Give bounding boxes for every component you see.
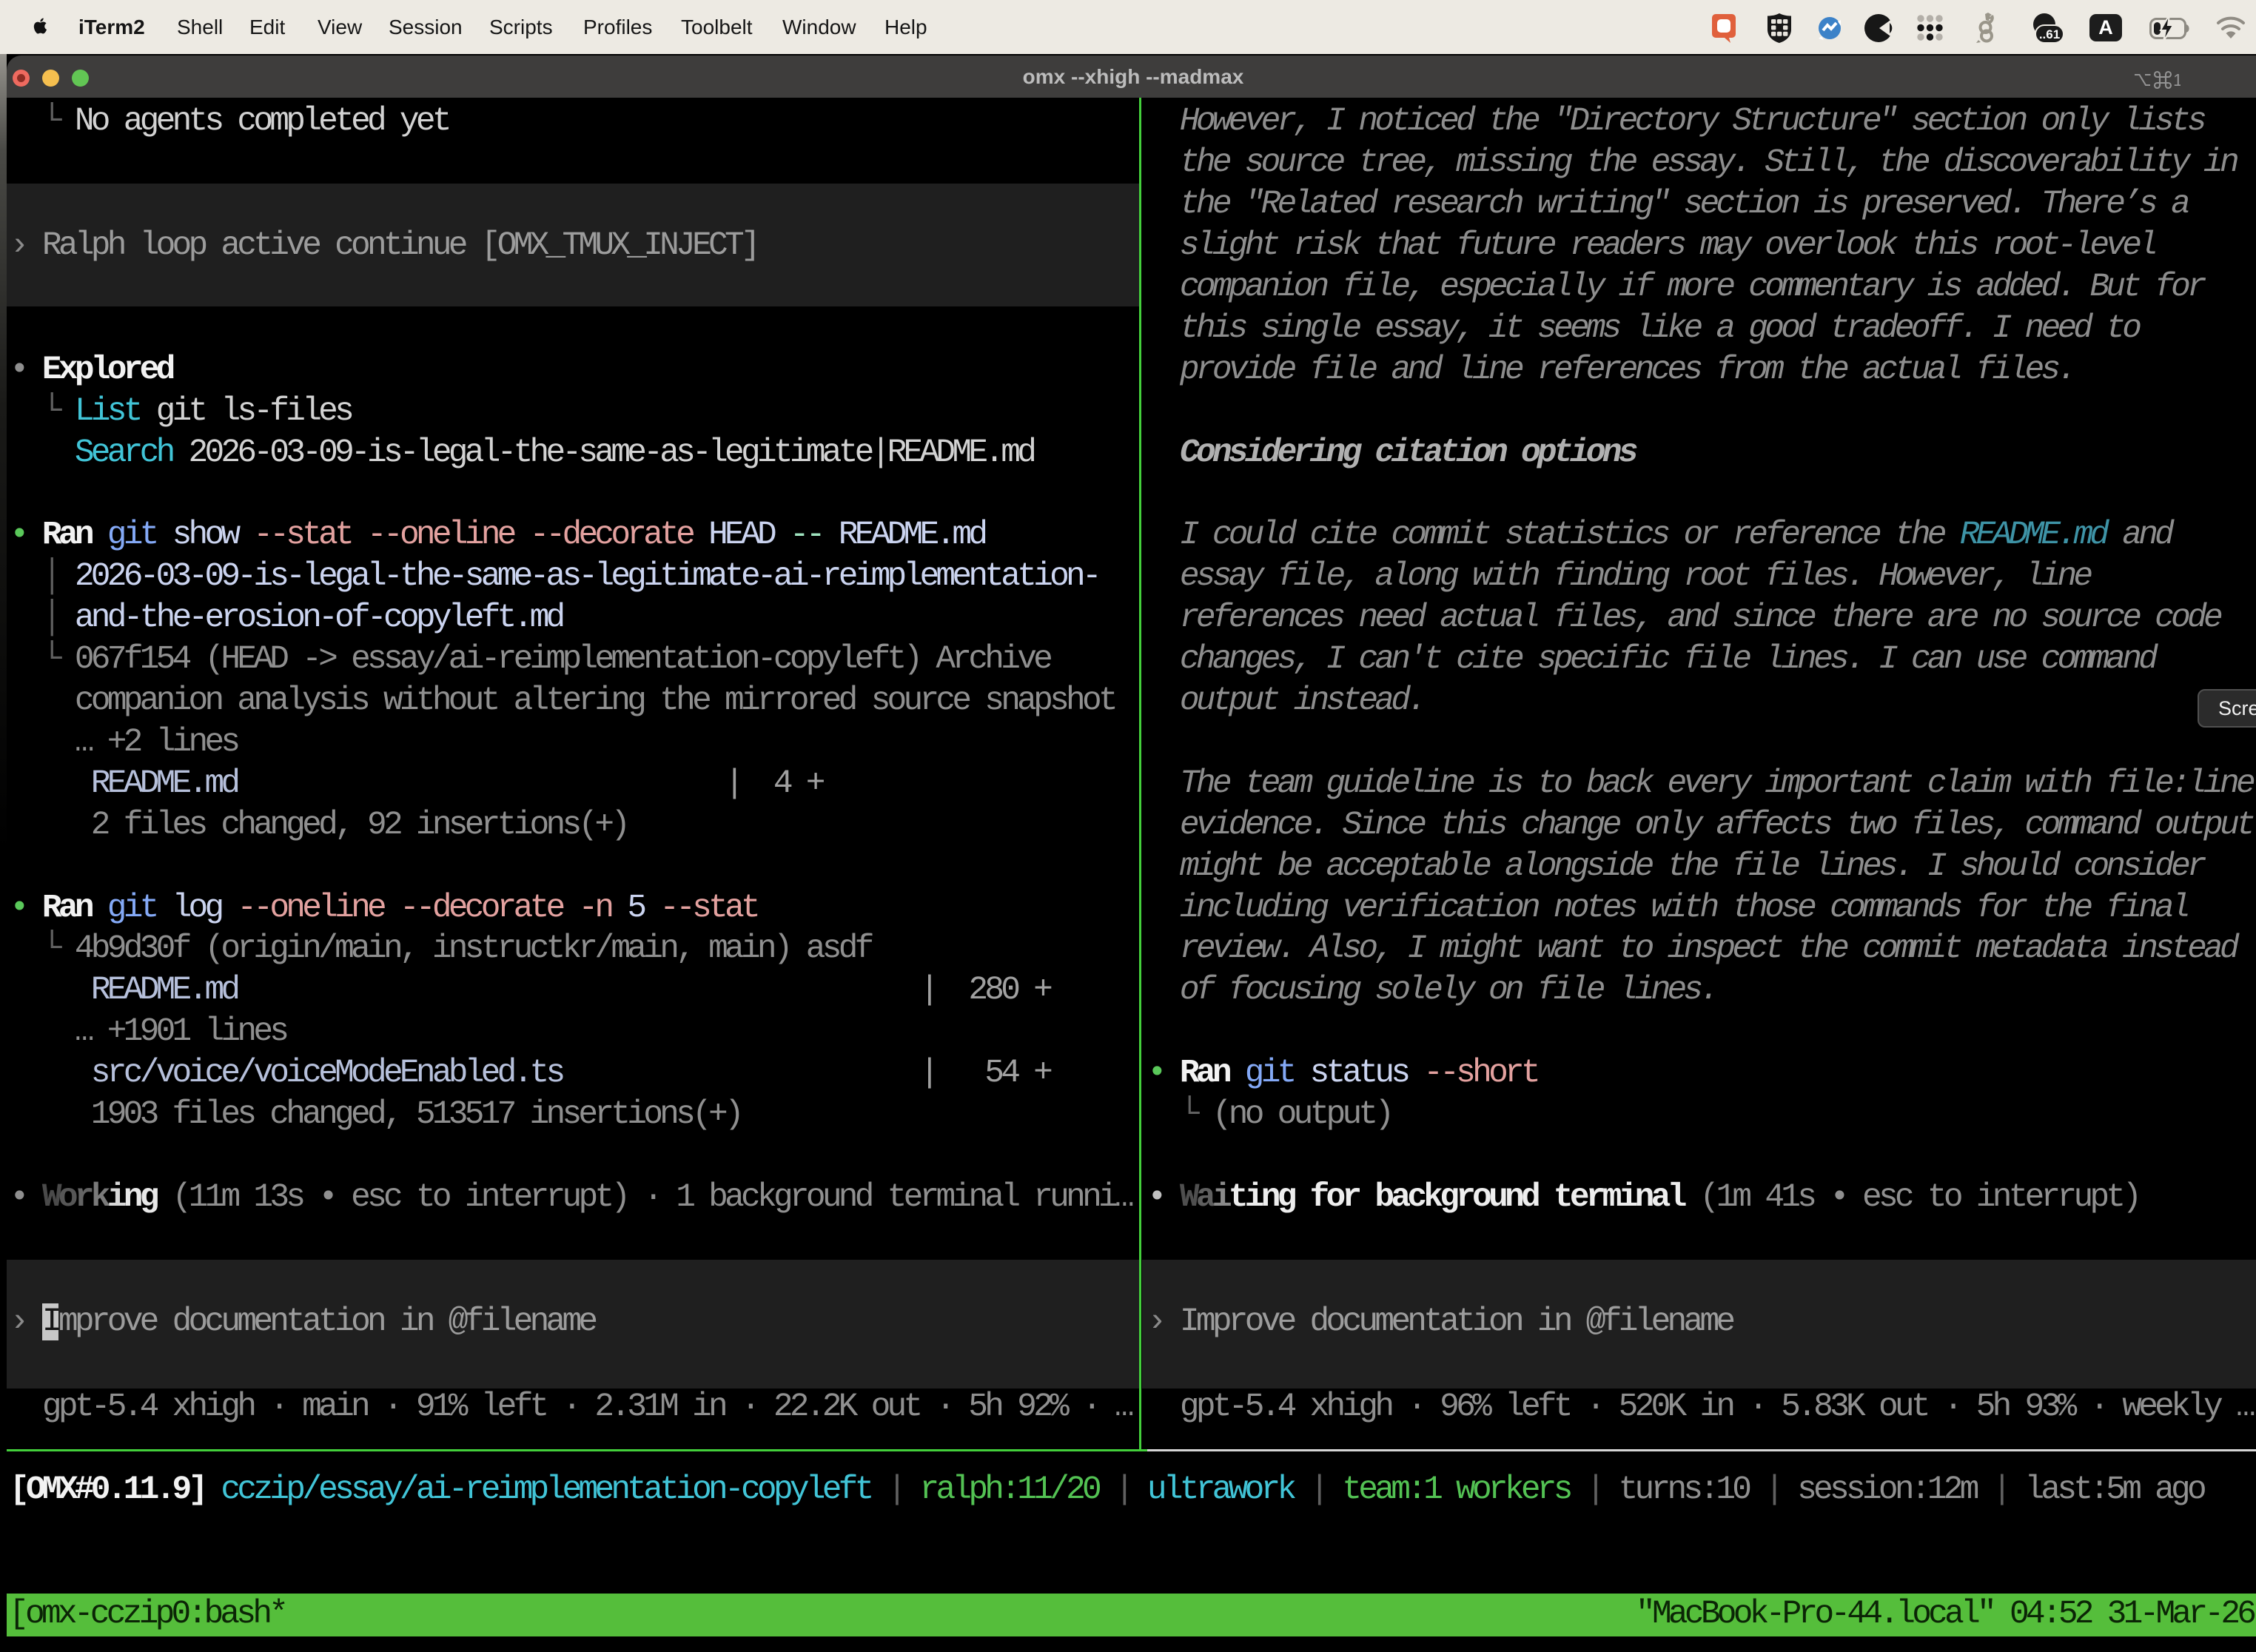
svg-text:..61: ..61 (2039, 27, 2060, 41)
svg-text:1: 1 (2173, 70, 2181, 90)
